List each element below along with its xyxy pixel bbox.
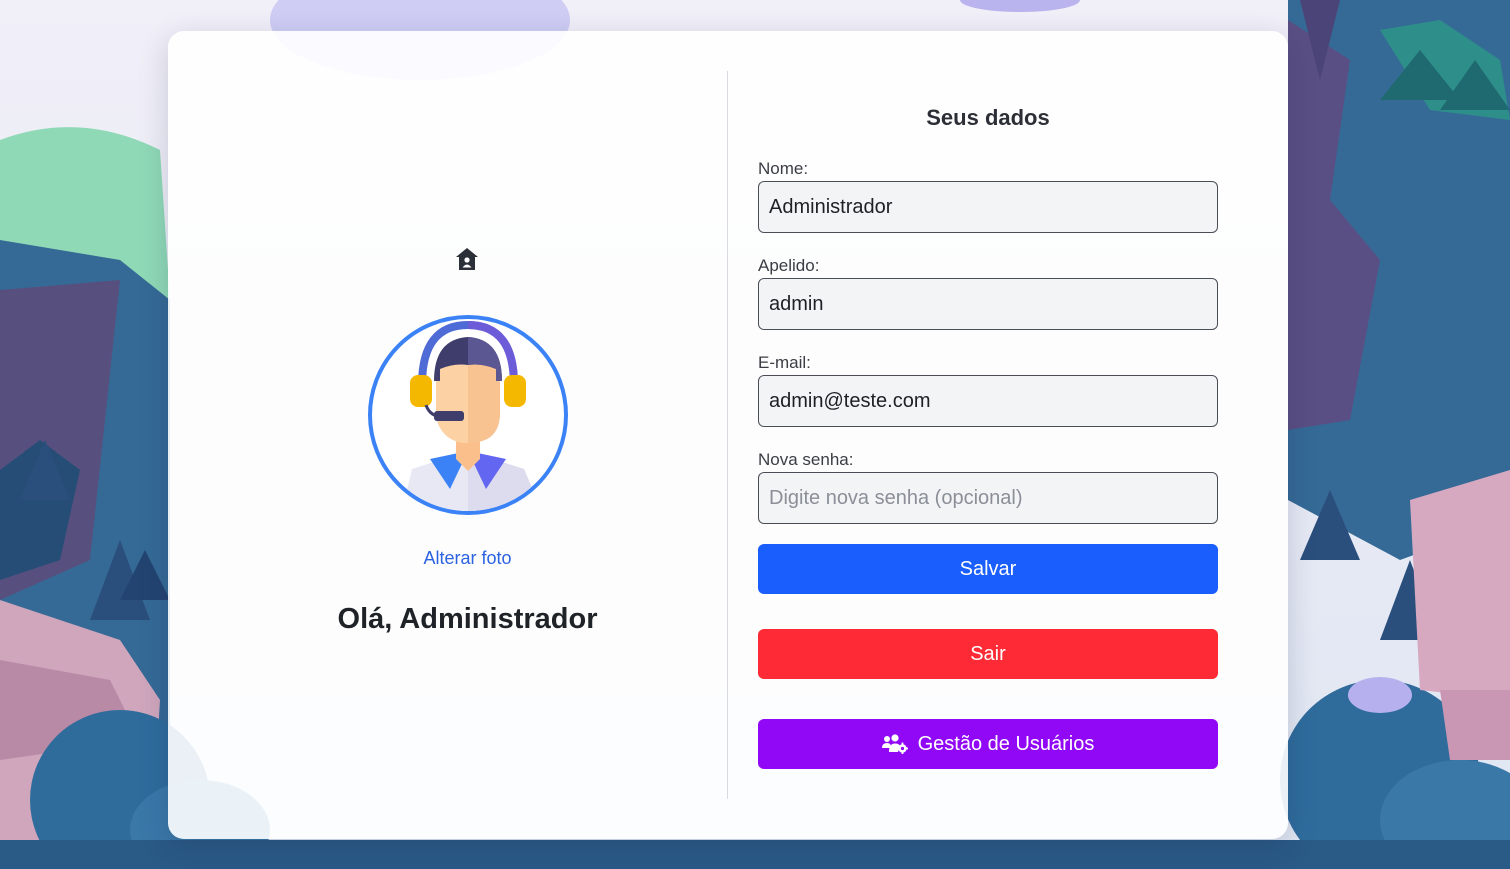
change-photo-link[interactable]: Alterar foto [168, 548, 767, 569]
email-field[interactable] [758, 375, 1218, 427]
user-management-button-label: Gestão de Usuários [917, 732, 1095, 755]
save-button[interactable]: Salvar [758, 544, 1218, 594]
panel-divider [727, 71, 728, 799]
name-label: Nome: [758, 159, 809, 178]
profile-panel: Alterar foto Olá, Administrador [168, 31, 727, 839]
avatar[interactable] [368, 315, 568, 515]
user-management-button[interactable]: Gestão de Usuários [758, 719, 1218, 769]
users-gear-icon [881, 734, 908, 754]
profile-card: Alterar foto Olá, Administrador Seus dad… [168, 31, 1288, 839]
greeting-heading: Olá, Administrador [337, 603, 598, 635]
home-icon[interactable] [454, 246, 480, 272]
save-button-label: Salvar [959, 557, 1017, 580]
nickname-field[interactable] [758, 278, 1218, 330]
new-password-label: Nova senha: [758, 450, 854, 469]
support-agent-avatar-icon [402, 320, 542, 511]
form-title: Seus dados [926, 105, 1050, 130]
nickname-label: Apelido: [758, 256, 820, 275]
user-data-form: Seus dados Nome: Apelido: E-mail: Nova s… [758, 31, 1218, 839]
new-password-field[interactable] [758, 472, 1218, 524]
name-field[interactable] [758, 181, 1218, 233]
email-label: E-mail: [758, 353, 811, 372]
logout-button-label: Sair [970, 642, 1006, 665]
logout-button[interactable]: Sair [758, 629, 1218, 679]
